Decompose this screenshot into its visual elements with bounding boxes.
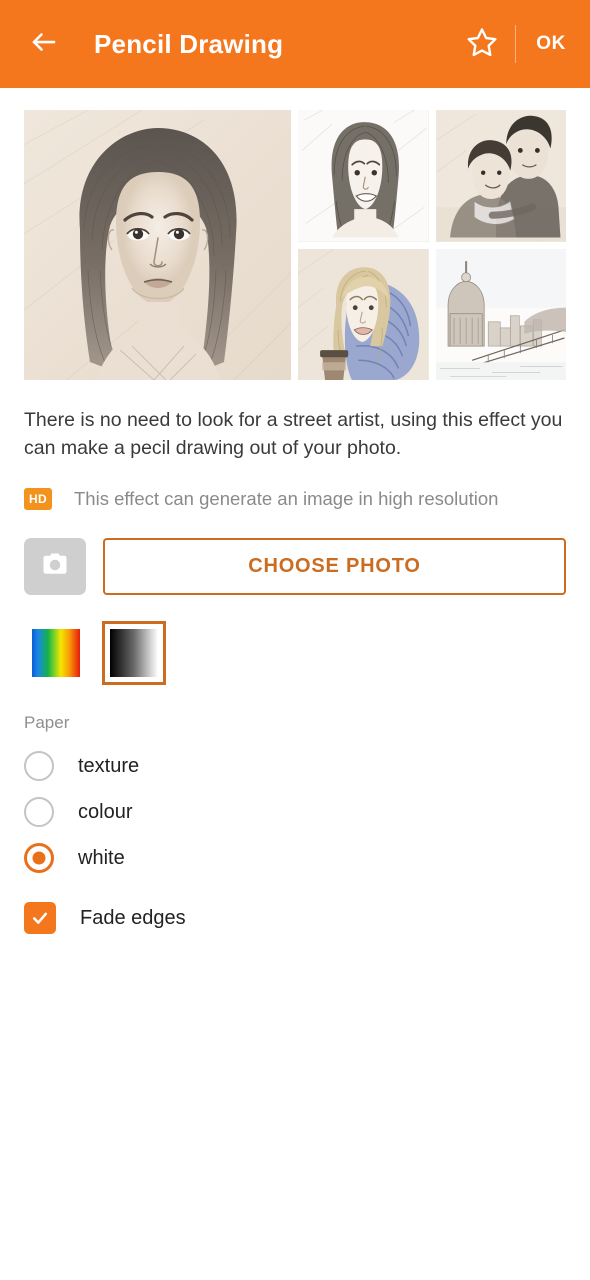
camera-button[interactable] <box>24 538 86 595</box>
radio-icon[interactable] <box>24 751 54 781</box>
preview-main-image[interactable] <box>24 110 291 380</box>
paper-option-colour[interactable]: colour <box>24 789 566 835</box>
arrow-left-icon <box>29 27 59 62</box>
swatch-greyscale-gradient[interactable] <box>102 621 166 685</box>
appbar-divider <box>515 25 517 63</box>
thumbnail-item[interactable] <box>435 110 566 242</box>
thumbnail-item[interactable] <box>298 248 429 380</box>
greyscale-gradient-icon <box>110 629 158 677</box>
favorite-button[interactable] <box>459 21 505 67</box>
paper-section-label: Paper <box>24 713 70 732</box>
page-title: Pencil Drawing <box>94 28 284 59</box>
preview-thumbnails <box>298 110 566 380</box>
star-outline-icon <box>466 26 498 63</box>
paper-radio-group: texture colour white <box>24 743 566 881</box>
back-button[interactable] <box>22 22 66 66</box>
hd-badge: HD <box>24 488 52 510</box>
paper-option-white[interactable]: white <box>24 835 566 881</box>
swatch-colour-gradient[interactable] <box>24 621 88 685</box>
ok-button[interactable]: OK <box>530 27 572 61</box>
app-bar: Pencil Drawing OK <box>0 0 590 88</box>
radio-icon[interactable] <box>24 797 54 827</box>
checkbox-checked-icon[interactable] <box>24 902 56 934</box>
pencil-drawing-screen: Pencil Drawing OK There is no need to lo… <box>0 0 590 1280</box>
fade-edges-label: Fade edges <box>80 906 186 929</box>
hd-notice-text: This effect can generate an image in hig… <box>74 488 499 509</box>
choose-photo-button[interactable]: CHOOSE PHOTO <box>103 538 566 595</box>
thumbnail-item[interactable] <box>298 110 429 242</box>
thumbnail-item[interactable] <box>435 248 566 380</box>
radio-checked-icon[interactable] <box>24 843 54 873</box>
paper-option-texture[interactable]: texture <box>24 743 566 789</box>
colour-gradient-icon <box>32 629 80 677</box>
photo-actions: CHOOSE PHOTO <box>24 538 566 595</box>
fade-edges-row[interactable]: Fade edges <box>24 895 566 941</box>
paper-option-label: white <box>78 846 125 869</box>
camera-icon <box>40 549 70 584</box>
paper-option-label: texture <box>78 754 140 777</box>
effect-description: There is no need to look for a street ar… <box>24 409 563 459</box>
hd-notice: HD This effect can generate an image in … <box>24 488 566 510</box>
preview-gallery <box>24 110 566 380</box>
paper-option-label: colour <box>78 800 133 823</box>
gradient-swatch-row <box>24 621 566 685</box>
